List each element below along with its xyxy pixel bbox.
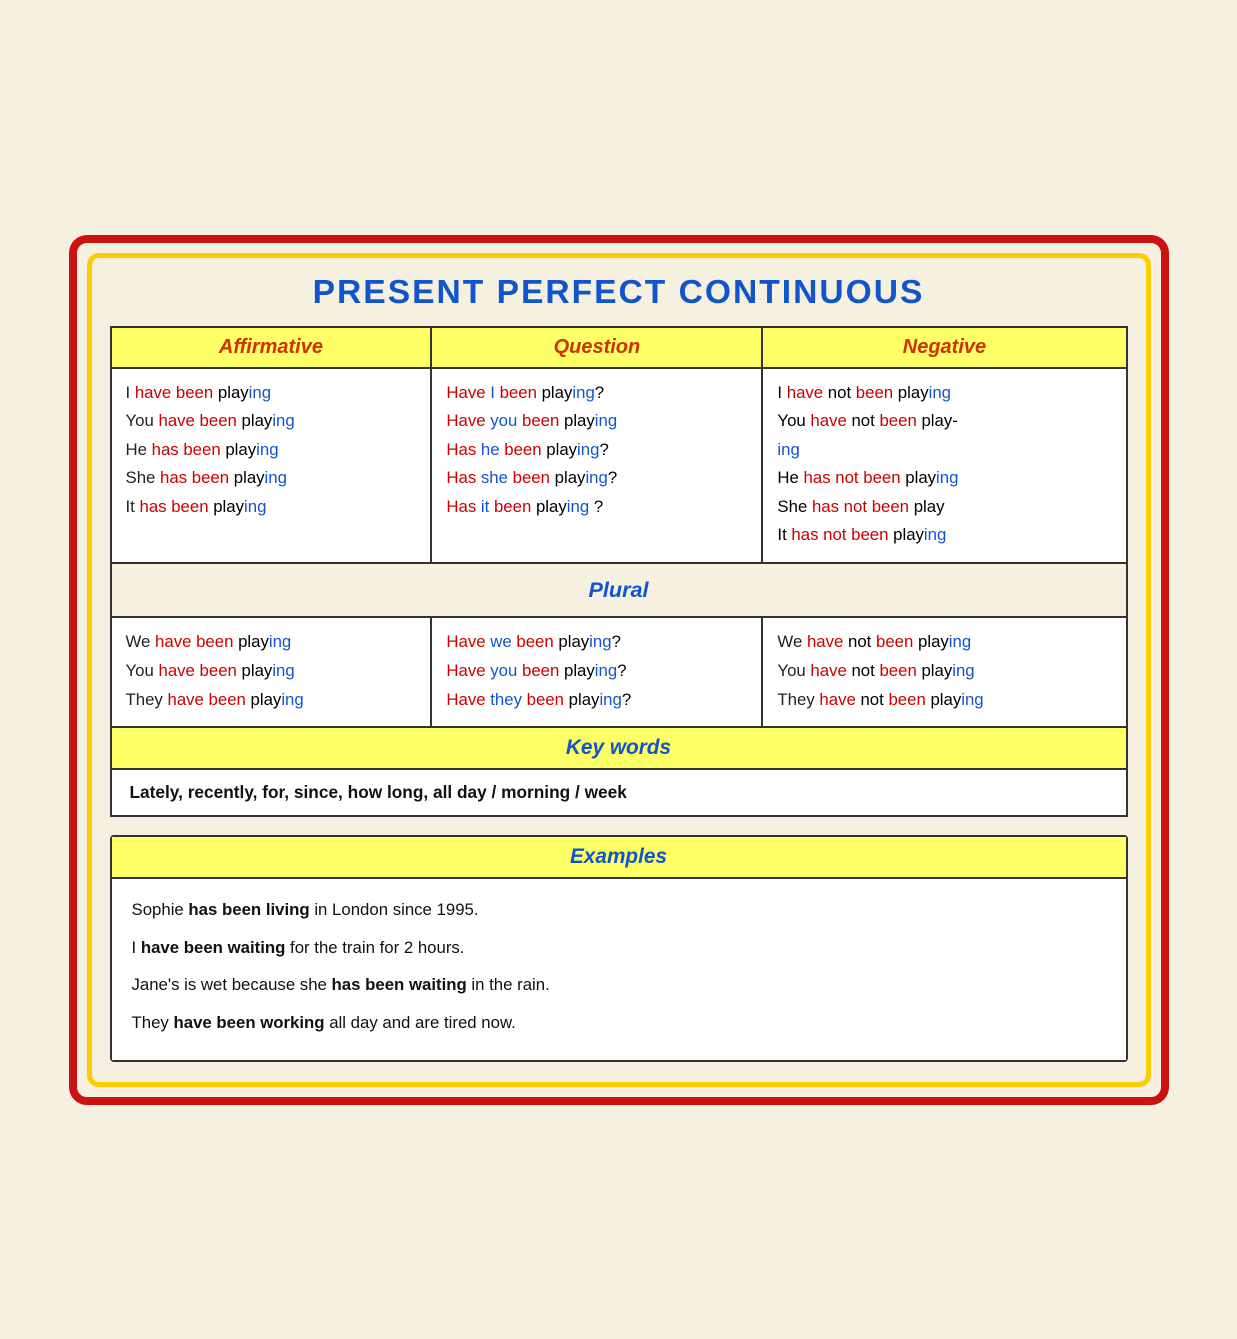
singular-question: Have I been playing? Have you been playi… [431,368,762,563]
singular-affirmative: I have been playing You have been playin… [111,368,432,563]
examples-section: Examples Sophie has been living in Londo… [110,835,1128,1061]
plural-row: We have been playing You have been playi… [111,617,1127,727]
plural-question: Have we been playing? Have you been play… [431,617,762,727]
singular-row: I have been playing You have been playin… [111,368,1127,563]
page-title: PRESENT PERFECT CONTINUOUS [110,274,1128,312]
outer-border: PRESENT PERFECT CONTINUOUS Affirmative Q… [69,235,1169,1105]
examples-header: Examples [112,837,1126,879]
example-1-after: in London since 1995. [310,900,479,919]
example-1-before: Sophie [132,900,189,919]
example-2-before: I [132,938,141,957]
example-3-before: Jane's is wet because she [132,975,332,994]
example-3: Jane's is wet because she has been waiti… [132,968,1106,1002]
inner-border: PRESENT PERFECT CONTINUOUS Affirmative Q… [87,253,1151,1087]
example-4-before: They [132,1013,174,1032]
example-2: I have been waiting for the train for 2 … [132,931,1106,965]
example-1: Sophie has been living in London since 1… [132,893,1106,927]
keywords-body: Lately, recently, for, since, how long, … [112,770,1126,815]
example-3-bold: has been waiting [332,975,467,994]
plural-negative: We have not been playing You have not be… [762,617,1126,727]
example-4: They have been working all day and are t… [132,1006,1106,1040]
plural-header-row: Plural [111,563,1127,618]
example-2-after: for the train for 2 hours. [285,938,464,957]
conjugation-table: Affirmative Question Negative I have bee… [110,326,1128,729]
keywords-section: Key words Lately, recently, for, since, … [110,728,1128,817]
plural-affirmative: We have been playing You have been playi… [111,617,432,727]
singular-negative: I have not been playing You have not bee… [762,368,1126,563]
example-4-after: all day and are tired now. [325,1013,516,1032]
example-2-bold: have been waiting [141,938,286,957]
keywords-header: Key words [112,728,1126,770]
header-affirmative: Affirmative [111,327,432,368]
header-question: Question [431,327,762,368]
examples-body: Sophie has been living in London since 1… [112,879,1126,1059]
example-3-after: in the rain. [467,975,550,994]
plural-label: Plural [111,563,1127,618]
example-1-bold: has been living [188,900,309,919]
header-negative: Negative [762,327,1126,368]
example-4-bold: have been working [173,1013,324,1032]
